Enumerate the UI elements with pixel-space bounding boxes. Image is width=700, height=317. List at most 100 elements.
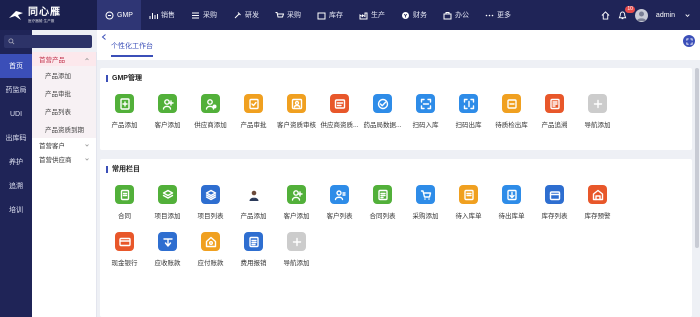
- tile-label: 应付账款: [197, 260, 224, 267]
- cart-icon: [275, 11, 284, 20]
- tile-warehouse[interactable]: 库存预警: [576, 185, 619, 220]
- approve-icon: [244, 94, 263, 113]
- panel-title: GMP管理: [106, 75, 142, 82]
- submenu-item[interactable]: 产品资质到期: [32, 120, 96, 138]
- tile-add-user[interactable]: 客户添加: [146, 94, 189, 129]
- home-icon[interactable]: [601, 10, 610, 20]
- nav-label: 采购: [202, 12, 217, 19]
- submenu-item[interactable]: 产品添加: [32, 66, 96, 84]
- submenu-group-label: 首营产品: [39, 57, 65, 64]
- nav-item-7[interactable]: 财务: [393, 0, 435, 30]
- scrollbar[interactable]: [695, 68, 699, 248]
- sidebar-item-4[interactable]: 养护: [0, 150, 32, 174]
- tab-workspace[interactable]: 个性化工作台: [111, 41, 153, 57]
- sidebar-item-0[interactable]: 首页: [0, 54, 32, 78]
- tile-plus[interactable]: 导航添加: [275, 232, 318, 267]
- tile-label: 导航添加: [584, 122, 611, 129]
- avatar[interactable]: [634, 8, 648, 22]
- search-field[interactable]: [4, 35, 92, 48]
- tile-purchase-add[interactable]: 采购添加: [404, 185, 447, 220]
- tile-add-supplier[interactable]: 供应商添加: [189, 94, 232, 129]
- collapse-sidebar-icon[interactable]: [100, 33, 108, 41]
- bell-icon[interactable]: 10: [618, 5, 635, 20]
- tile-trace[interactable]: 产品追溯: [533, 94, 576, 129]
- contract-list-icon: [373, 185, 392, 204]
- chevron-down-icon: [84, 156, 90, 162]
- main-content: 个性化工作台 GMP管理 产品添加 客户添加 供应商添加 产品审批 客户资质审核 供应商资…: [97, 30, 700, 317]
- submenu-group-2[interactable]: 首营供应商: [32, 152, 96, 166]
- contract-icon: [115, 185, 134, 204]
- tile-scan-out[interactable]: 扫码出库: [447, 94, 490, 129]
- nav-item-9[interactable]: 更多: [477, 0, 519, 30]
- tile-inbound[interactable]: 待入库单: [447, 185, 490, 220]
- sidebar-item-5[interactable]: 追溯: [0, 174, 32, 198]
- tile-supplier-audit[interactable]: 供应商资质...: [318, 94, 361, 129]
- tile-label: 供应商资质...: [320, 122, 359, 129]
- database-icon: [373, 94, 392, 113]
- sidebar-item-3[interactable]: 出库码: [0, 126, 32, 150]
- tile-card[interactable]: 现金银行: [103, 232, 146, 267]
- purchase-add-icon: [416, 185, 435, 204]
- username[interactable]: admin: [656, 12, 675, 19]
- chevron-up-icon: [84, 56, 90, 62]
- nav-item-3[interactable]: 研发: [225, 0, 267, 30]
- tile-project-add[interactable]: 项目添加: [146, 185, 189, 220]
- user-list-icon: [330, 185, 349, 204]
- notification-badge: 10: [625, 5, 635, 13]
- submenu-group-0[interactable]: 首营产品: [32, 52, 96, 66]
- tile-grid: 产品添加 客户添加 供应商添加 产品审批 客户资质审核 供应商资质... 药品局数据... 扫…: [103, 94, 619, 129]
- tile-expense[interactable]: 费用报销: [232, 232, 275, 267]
- sidebar-item-1[interactable]: 药监局: [0, 78, 32, 102]
- search-input[interactable]: [18, 38, 88, 45]
- tile-outbound[interactable]: 待出库单: [490, 185, 533, 220]
- tile-payable[interactable]: 应付账款: [189, 232, 232, 267]
- nav-item-8[interactable]: 办公: [435, 0, 477, 30]
- nav-item-2[interactable]: 采购: [183, 0, 225, 30]
- nav-item-4[interactable]: 采购: [267, 0, 309, 30]
- tile-label: 客户添加: [154, 122, 181, 129]
- panel-gmp: GMP管理 产品添加 客户添加 供应商添加 产品审批 客户资质审核 供应商资质... 药品局…: [100, 68, 692, 150]
- tile-person-photo[interactable]: 产品添加: [232, 185, 275, 220]
- submenu-item[interactable]: 产品审批: [32, 84, 96, 102]
- app-subtitle: 医疗器械·生产服: [28, 17, 55, 23]
- tile-approve[interactable]: 产品审批: [232, 94, 275, 129]
- chevron-down-icon[interactable]: [683, 11, 692, 20]
- tile-database[interactable]: 药品局数据...: [361, 94, 404, 129]
- tile-add-doc[interactable]: 产品添加: [103, 94, 146, 129]
- submenu-group-1[interactable]: 首营客户: [32, 138, 96, 152]
- tile-label: 扫码入库: [412, 122, 439, 129]
- tile-contract-list[interactable]: 合同列表: [361, 185, 404, 220]
- inspect-icon: [502, 94, 521, 113]
- nav-label: 研发: [244, 12, 259, 19]
- tile-add-user[interactable]: 客户添加: [275, 185, 318, 220]
- tile-inventory[interactable]: 库存列表: [533, 185, 576, 220]
- tile-plus[interactable]: 导航添加: [576, 94, 619, 129]
- tile-user-audit[interactable]: 客户资质审核: [275, 94, 318, 129]
- factory-icon: [359, 11, 368, 20]
- tile-user-list[interactable]: 客户列表: [318, 185, 361, 220]
- tile-label: 待质检出库: [495, 122, 528, 129]
- tile-layers[interactable]: 项目列表: [189, 185, 232, 220]
- person-photo-icon: [244, 185, 263, 204]
- tile-label: 应收账款: [154, 260, 181, 267]
- nav-item-5[interactable]: 库存: [309, 0, 351, 30]
- nav-label: 财务: [412, 12, 427, 19]
- warehouse-icon: [588, 185, 607, 204]
- app-logo[interactable]: 同心雁 医疗器械·生产服: [0, 0, 97, 30]
- tile-label: 扫码出库: [455, 122, 482, 129]
- sidebar-item-2[interactable]: UDI: [0, 102, 32, 126]
- trace-icon: [545, 94, 564, 113]
- tile-receivable[interactable]: 应收账款: [146, 232, 189, 267]
- add-doc-icon: [115, 94, 134, 113]
- nav-item-1[interactable]: 销售: [141, 0, 183, 30]
- sidebar-item-6[interactable]: 培训: [0, 198, 32, 222]
- tile-label: 客户列表: [326, 213, 353, 220]
- submenu-item[interactable]: 产品列表: [32, 102, 96, 120]
- tile-scan-in[interactable]: 扫码入库: [404, 94, 447, 129]
- tile-contract[interactable]: 合同: [103, 185, 146, 220]
- submenu: 首营产品产品添加 产品审批 产品列表 产品资质到期 首营客户 首营供应商: [32, 52, 97, 317]
- tile-inspect[interactable]: 待质检出库: [490, 94, 533, 129]
- nav-item-0[interactable]: GMP: [97, 0, 141, 30]
- fullscreen-icon[interactable]: [683, 35, 695, 47]
- nav-item-6[interactable]: 生产: [351, 0, 393, 30]
